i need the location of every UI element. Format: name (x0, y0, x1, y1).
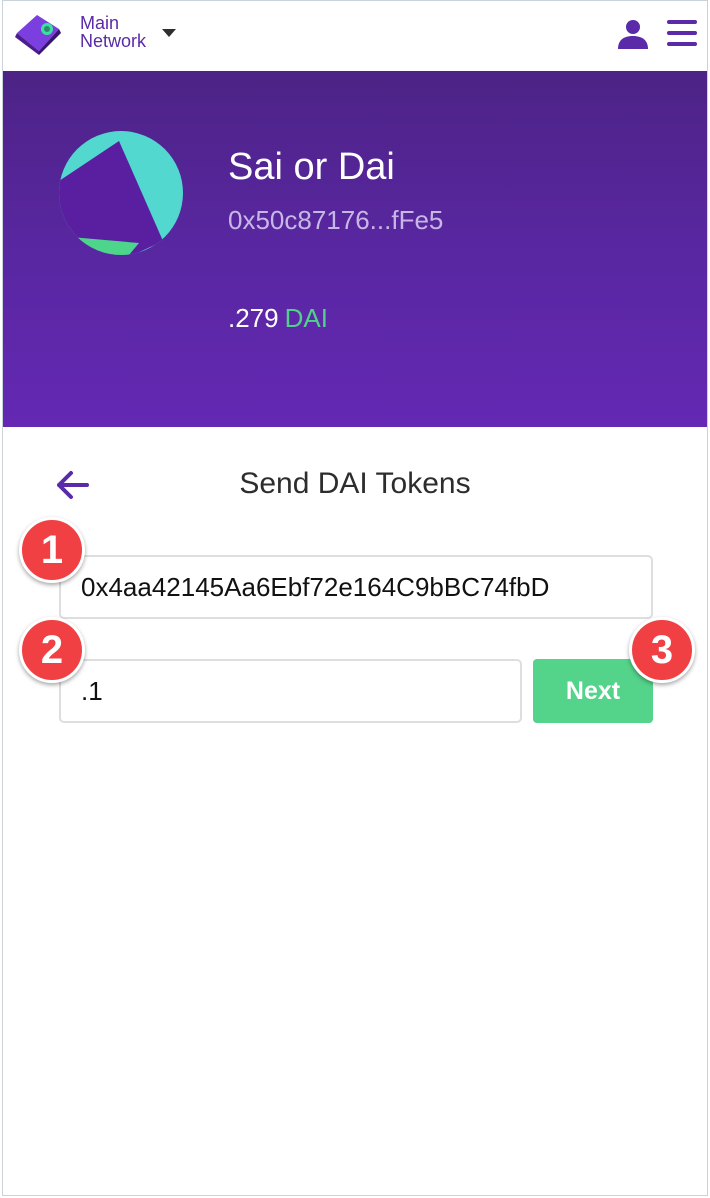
token-hero: Sai or Dai 0x50c87176...fFe5 .279 DAI (3, 71, 707, 427)
step-badge-1: 1 (19, 517, 85, 583)
amount-input[interactable] (59, 659, 522, 723)
caret-down-icon (162, 29, 176, 37)
step-badge-3: 3 (629, 617, 695, 683)
app-frame: Main Network Sai or Dai 0x50c87176...fFe… (2, 0, 708, 1196)
token-balance: .279 DAI (228, 303, 328, 334)
hamburger-menu-icon[interactable] (667, 19, 697, 47)
balance-amount: .279 (228, 303, 279, 333)
network-selector[interactable]: Main Network (80, 13, 176, 54)
user-icon[interactable] (617, 19, 649, 49)
top-bar: Main Network (3, 1, 707, 71)
token-identicon (59, 131, 183, 255)
wallet-logo-icon[interactable] (13, 11, 63, 55)
recipient-address-input[interactable] (59, 555, 653, 619)
network-label-line2: Network (80, 31, 147, 51)
network-label-line1: Main (80, 13, 120, 33)
step-badge-2: 2 (19, 617, 85, 683)
token-address[interactable]: 0x50c87176...fFe5 (228, 205, 443, 236)
send-title: Send DAI Tokens (239, 467, 471, 500)
balance-unit: DAI (284, 303, 328, 333)
token-name: Sai or Dai (228, 146, 395, 188)
